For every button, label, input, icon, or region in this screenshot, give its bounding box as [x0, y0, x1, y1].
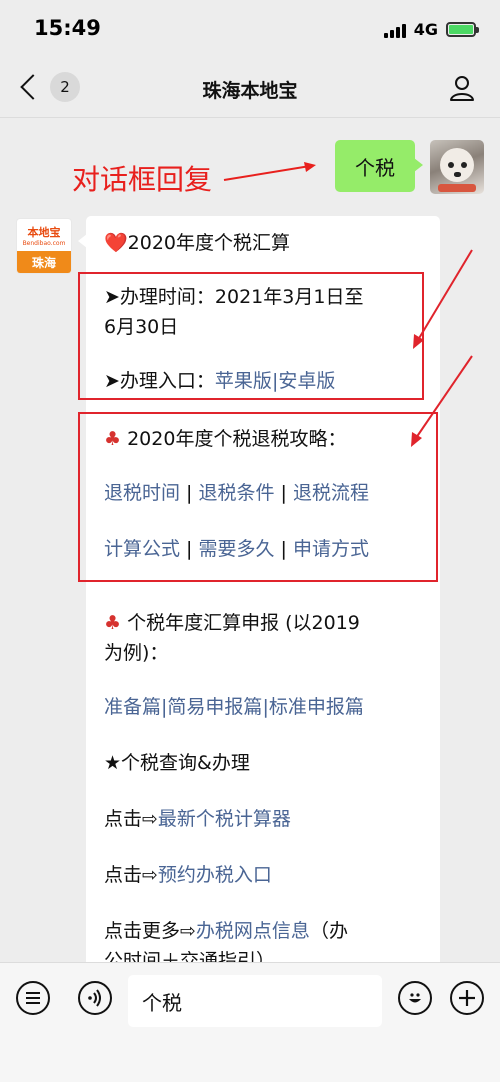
incoming-message-bubble: ❤️2020年度个税汇算 ➤办理时间：2021年3月1日至 6月30日 ➤办理入…: [78, 216, 440, 962]
apply-method-link[interactable]: 申请方式: [293, 538, 369, 560]
plus-icon: [459, 990, 475, 1006]
report-title: ♣ 个税年度汇算申报 (以2019: [104, 612, 360, 634]
chat-area[interactable]: 对话框回复 个税 本地宝 Bendibao.com 珠海 ❤️2020年度个税汇…: [0, 118, 500, 962]
time-line-2: 6月30日: [104, 316, 179, 338]
report-title-2: 为例)：: [104, 642, 169, 664]
tulip-icon: ♣: [104, 612, 122, 634]
emoji-button[interactable]: [398, 981, 432, 1015]
entry-line: ➤办理入口：苹果版|安卓版: [104, 370, 336, 392]
calculator-link[interactable]: 最新个税计算器: [158, 808, 291, 830]
refund-condition-link[interactable]: 退税条件: [199, 482, 275, 504]
menu-list-icon: [26, 992, 40, 1004]
query-title: ★个税查询&办理: [104, 752, 250, 774]
heart-icon: ❤️: [104, 232, 128, 254]
ios-link[interactable]: 苹果版: [215, 370, 272, 392]
reserve-line: 点击⇨预约办税入口: [104, 864, 272, 886]
nav-bar: 2 珠海本地宝: [0, 62, 500, 118]
tax-office-link[interactable]: 办税网点信息: [196, 920, 310, 942]
user-avatar[interactable]: [430, 140, 484, 194]
report-links: 准备篇|简易申报篇|标准申报篇: [104, 696, 364, 718]
voice-icon: [88, 989, 101, 1007]
voice-button[interactable]: [78, 981, 112, 1015]
prepare-link[interactable]: 准备篇: [104, 696, 161, 718]
calculator-line: 点击⇨最新个税计算器: [104, 808, 291, 830]
more-line-2: 公时间＋交通指引）: [104, 950, 276, 962]
status-icons: 4G: [383, 20, 479, 39]
refund-process-link[interactable]: 退税流程: [293, 482, 369, 504]
message-input[interactable]: 个税: [128, 975, 382, 1027]
time-line: ➤办理时间：2021年3月1日至: [104, 286, 364, 308]
user-profile-icon[interactable]: [448, 74, 476, 102]
more-line: 点击更多⇨办税网点信息（办: [104, 920, 348, 942]
guide-title: ♣ 2020年度个税退税攻略：: [104, 428, 347, 450]
annotation-arrow: [223, 162, 316, 181]
guide-links-row-1: 退税时间 | 退税条件 | 退税流程: [104, 482, 370, 504]
bot-brand: 本地宝: [27, 225, 61, 239]
battery-icon: [446, 22, 479, 37]
smiley-icon: [409, 993, 421, 1003]
guide-links-row-2: 计算公式 | 需要多久 | 申请方式: [104, 538, 370, 560]
refund-time-link[interactable]: 退税时间: [104, 482, 180, 504]
signal-icon: [383, 22, 406, 38]
formula-link[interactable]: 计算公式: [104, 538, 180, 560]
status-bar: 15:49 4G: [0, 0, 500, 62]
highlight-arrow-1: [413, 249, 473, 349]
standard-report-link[interactable]: 标准申报篇: [269, 696, 364, 718]
add-button[interactable]: [450, 981, 484, 1015]
input-bar: 个税: [0, 962, 500, 1082]
bot-brand-sub: Bendibao.com: [22, 239, 66, 247]
android-link[interactable]: 安卓版: [278, 370, 335, 392]
bot-avatar[interactable]: 本地宝 Bendibao.com 珠海: [16, 218, 72, 274]
network-type: 4G: [413, 20, 438, 39]
simple-report-link[interactable]: 简易申报篇: [167, 696, 262, 718]
reserve-link[interactable]: 预约办税入口: [158, 864, 272, 886]
duration-link[interactable]: 需要多久: [199, 538, 275, 560]
tulip-icon: ♣: [104, 428, 122, 450]
status-time: 15:49: [34, 16, 101, 40]
message-heading: ❤️2020年度个税汇算: [104, 228, 290, 258]
menu-button[interactable]: [16, 981, 50, 1015]
bot-city: 珠海: [17, 251, 71, 273]
outgoing-message-bubble[interactable]: 个税: [335, 140, 423, 192]
highlight-arrow-2: [411, 355, 473, 447]
heading-text: 2020年度个税汇算: [127, 232, 291, 254]
annotation-text: 对话框回复: [72, 163, 213, 196]
chat-title: 珠海本地宝: [202, 80, 298, 102]
